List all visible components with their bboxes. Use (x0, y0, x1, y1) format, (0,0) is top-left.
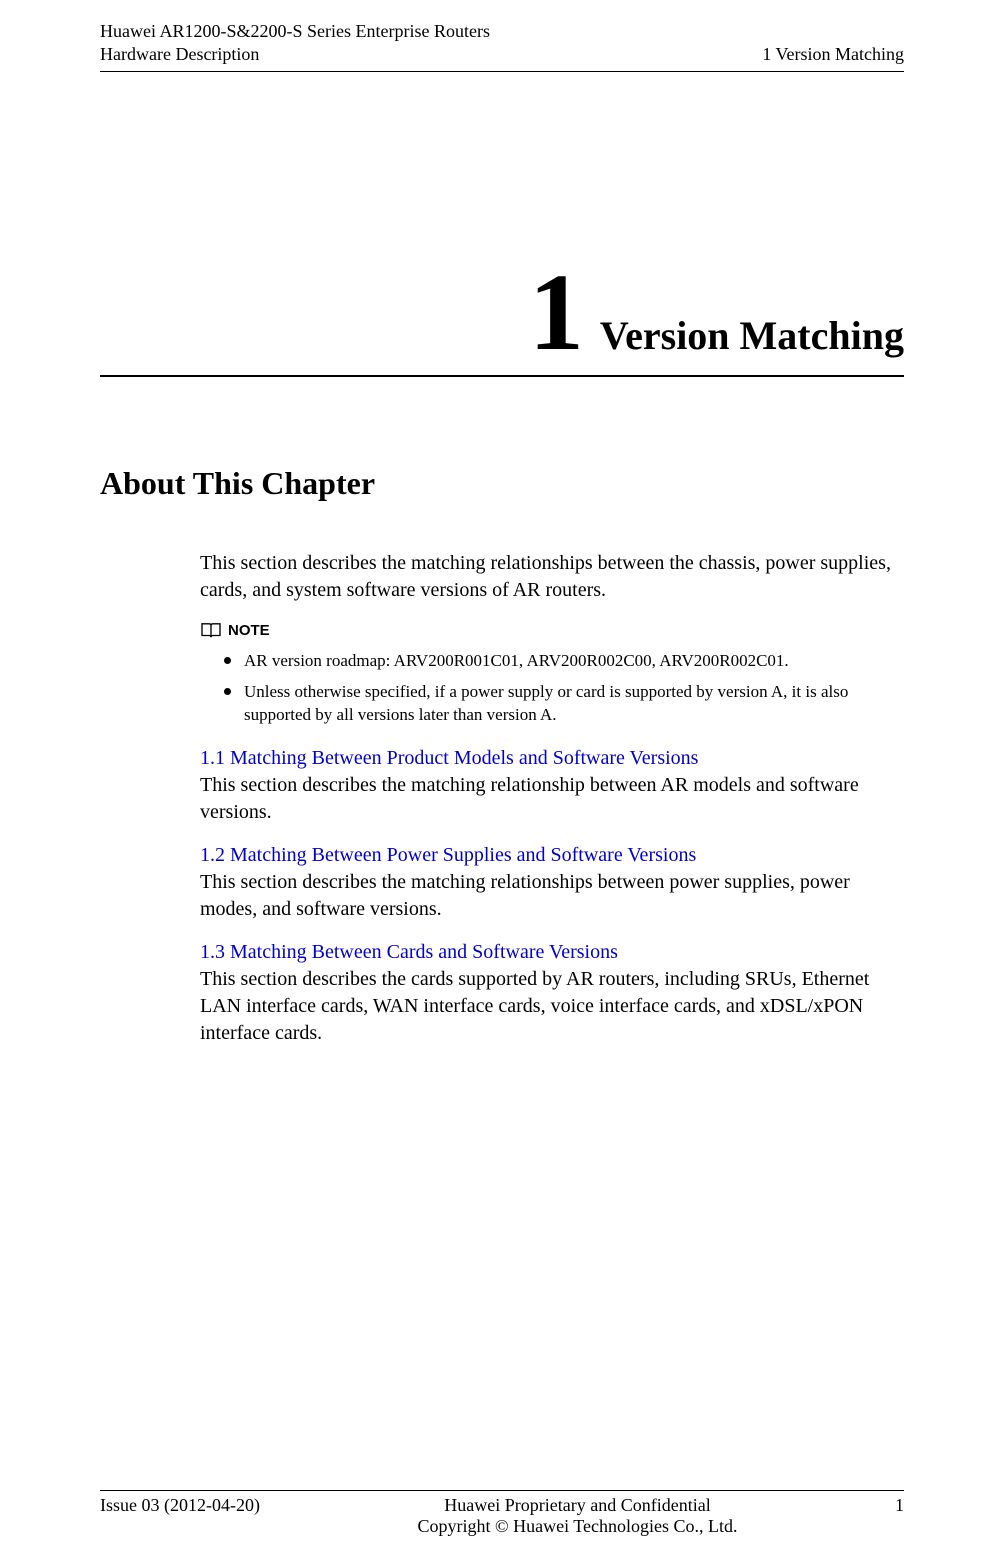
book-icon (200, 622, 222, 640)
toc-desc: This section describes the matching rela… (200, 772, 904, 826)
chapter-title: Version Matching (600, 312, 904, 359)
chapter-heading: 1 Version Matching (100, 257, 904, 377)
footer-center: Huawei Proprietary and Confidential Copy… (260, 1495, 895, 1537)
about-this-chapter-heading: About This Chapter (100, 465, 904, 502)
note-item: Unless otherwise specified, if a power s… (224, 681, 904, 727)
intro-paragraph: This section describes the matching rela… (200, 550, 904, 604)
toc-link-1-1[interactable]: 1.1 Matching Between Product Models and … (200, 747, 698, 769)
toc-link-1-3[interactable]: 1.3 Matching Between Cards and Software … (200, 941, 618, 963)
toc-desc: This section describes the matching rela… (200, 869, 904, 923)
footer-copyright: Copyright © Huawei Technologies Co., Ltd… (260, 1516, 895, 1537)
page-header: Huawei AR1200-S&2200-S Series Enterprise… (100, 20, 904, 72)
toc-link-1-2[interactable]: 1.2 Matching Between Power Supplies and … (200, 844, 696, 866)
footer-page-number: 1 (895, 1495, 904, 1516)
toc-entry: 1.2 Matching Between Power Supplies and … (200, 842, 904, 923)
footer-issue: Issue 03 (2012-04-20) (100, 1495, 260, 1516)
header-chapter-ref: 1 Version Matching (762, 43, 904, 66)
note-header: NOTE (200, 622, 904, 640)
toc-entry: 1.1 Matching Between Product Models and … (200, 745, 904, 826)
note-item: AR version roadmap: ARV200R001C01, ARV20… (224, 650, 904, 673)
content-block: This section describes the matching rela… (100, 550, 904, 1063)
header-doc-title: Huawei AR1200-S&2200-S Series Enterprise… (100, 20, 490, 43)
header-left: Huawei AR1200-S&2200-S Series Enterprise… (100, 20, 490, 67)
toc-desc: This section describes the cards support… (200, 966, 904, 1047)
note-label: NOTE (228, 622, 270, 639)
note-list: AR version roadmap: ARV200R001C01, ARV20… (200, 650, 904, 727)
footer-proprietary: Huawei Proprietary and Confidential (260, 1495, 895, 1516)
chapter-number: 1 (529, 257, 584, 367)
header-doc-subtitle: Hardware Description (100, 43, 490, 66)
toc-entry: 1.3 Matching Between Cards and Software … (200, 939, 904, 1047)
page-footer: Issue 03 (2012-04-20) Huawei Proprietary… (100, 1490, 904, 1537)
